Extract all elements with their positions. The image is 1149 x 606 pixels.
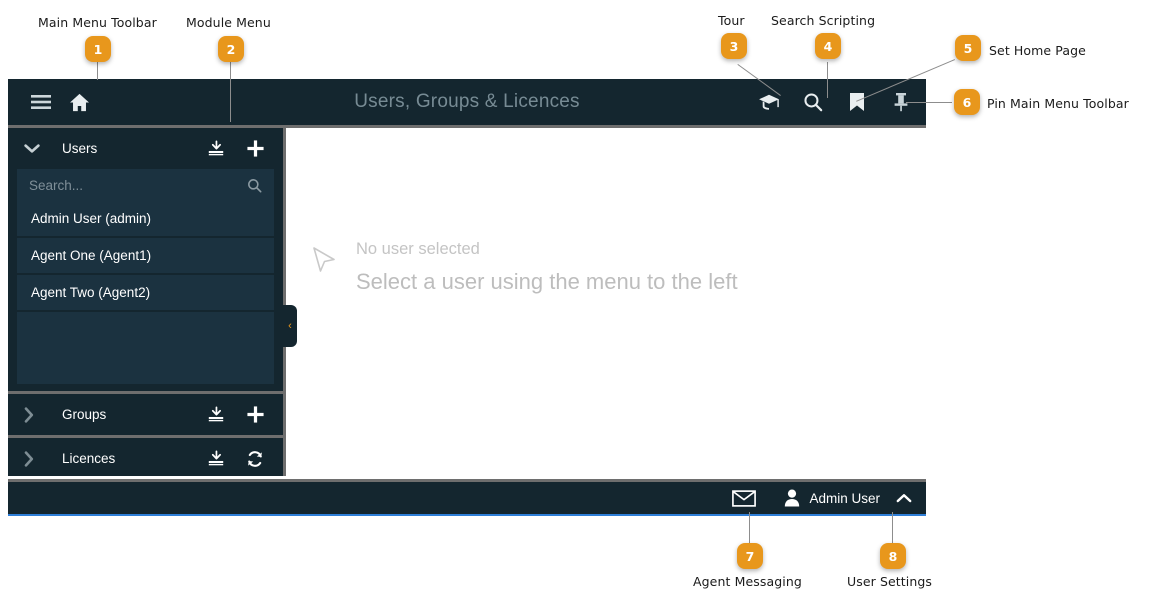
list-spacer xyxy=(8,384,283,391)
chevron-down-icon xyxy=(24,143,48,154)
import-icon[interactable] xyxy=(206,405,226,425)
annotation-badge-7: 7 xyxy=(737,543,763,569)
leader-line-4 xyxy=(827,62,828,98)
user-list-empty-area xyxy=(17,312,274,384)
annotation-label-8: User Settings xyxy=(847,574,933,589)
user-name-label: Admin User xyxy=(809,490,880,506)
chevron-right-icon xyxy=(24,450,48,467)
user-avatar-icon xyxy=(784,489,800,507)
list-item[interactable]: Agent Two (Agent2) xyxy=(17,275,274,312)
sidebar-panel-licences[interactable]: Licences xyxy=(8,438,283,479)
annotation-label-2: Module Menu xyxy=(186,15,271,30)
annotation-label-7: Agent Messaging xyxy=(693,574,802,589)
application-window: Users, Groups & Licences Users Search...… xyxy=(8,79,926,519)
module-menu: Users Search... Admin User (admin) Agent… xyxy=(8,128,283,476)
add-icon[interactable] xyxy=(245,405,265,425)
annotation-badge-2: 2 xyxy=(218,36,244,62)
cursor-arrow-icon xyxy=(312,246,338,295)
annotation-label-1: Main Menu Toolbar xyxy=(38,15,157,30)
sidebar-panel-groups[interactable]: Groups xyxy=(8,394,283,435)
panel-actions xyxy=(206,449,265,469)
toolbar-left-group xyxy=(8,79,90,125)
agent-messaging-button[interactable] xyxy=(718,482,770,514)
home-icon[interactable] xyxy=(68,91,90,113)
empty-state-message: Select a user using the menu to the left xyxy=(356,269,738,294)
annotation-label-5: Set Home Page xyxy=(989,43,1086,58)
leader-line-8 xyxy=(892,512,893,544)
annotation-label-6: Pin Main Menu Toolbar xyxy=(987,96,1129,111)
list-item[interactable]: Admin User (admin) xyxy=(17,201,274,238)
annotation-badge-1: 1 xyxy=(85,36,111,62)
list-item[interactable]: Agent One (Agent1) xyxy=(17,238,274,275)
annotation-badge-6: 6 xyxy=(954,89,980,115)
panel-title: Groups xyxy=(62,407,107,422)
annotation-badge-5: 5 xyxy=(955,35,981,61)
annotation-label-4: Search Scripting xyxy=(771,13,876,28)
annotation-badge-4: 4 xyxy=(815,33,841,59)
annotation-badge-8: 8 xyxy=(880,543,906,569)
annotation-badge-3: 3 xyxy=(721,33,747,59)
sidebar-panel-users[interactable]: Users xyxy=(8,128,283,169)
leader-line-6 xyxy=(906,102,952,103)
chevron-right-icon xyxy=(24,406,48,423)
main-menu-toolbar: Users, Groups & Licences xyxy=(8,79,926,128)
panel-title: Licences xyxy=(62,451,116,466)
empty-state-text: No user selected Select a user using the… xyxy=(356,240,738,295)
panel-actions xyxy=(206,405,265,425)
graduation-cap-icon[interactable] xyxy=(758,91,780,113)
empty-state-title: No user selected xyxy=(356,240,480,258)
leader-line-7 xyxy=(749,512,750,544)
panel-title: Users xyxy=(62,141,98,156)
add-icon[interactable] xyxy=(245,139,265,159)
search-input[interactable]: Search... xyxy=(17,169,274,201)
envelope-icon xyxy=(732,489,757,507)
sidebar-collapse-handle[interactable]: ‹ xyxy=(283,305,297,347)
main-content: No user selected Select a user using the… xyxy=(283,128,926,476)
bookmark-icon[interactable] xyxy=(846,91,868,113)
panel-actions xyxy=(206,139,265,159)
app-body: Users Search... Admin User (admin) Agent… xyxy=(8,128,926,476)
empty-state: No user selected Select a user using the… xyxy=(312,240,738,295)
search-icon[interactable] xyxy=(247,178,262,193)
annotation-label-3: Tour xyxy=(718,13,745,28)
leader-line-2 xyxy=(230,62,231,122)
status-bar: Admin User xyxy=(8,479,926,516)
leader-line-1 xyxy=(97,62,98,80)
import-icon[interactable] xyxy=(206,139,226,159)
user-list: Admin User (admin) Agent One (Agent1) Ag… xyxy=(17,201,274,312)
user-settings-chevron-up-icon[interactable] xyxy=(894,482,926,514)
search-placeholder: Search... xyxy=(29,177,84,193)
user-settings-button[interactable]: Admin User xyxy=(770,482,894,514)
search-icon[interactable] xyxy=(802,91,824,113)
refresh-icon[interactable] xyxy=(245,449,265,469)
hamburger-menu-icon[interactable] xyxy=(30,91,52,113)
import-icon[interactable] xyxy=(206,449,226,469)
